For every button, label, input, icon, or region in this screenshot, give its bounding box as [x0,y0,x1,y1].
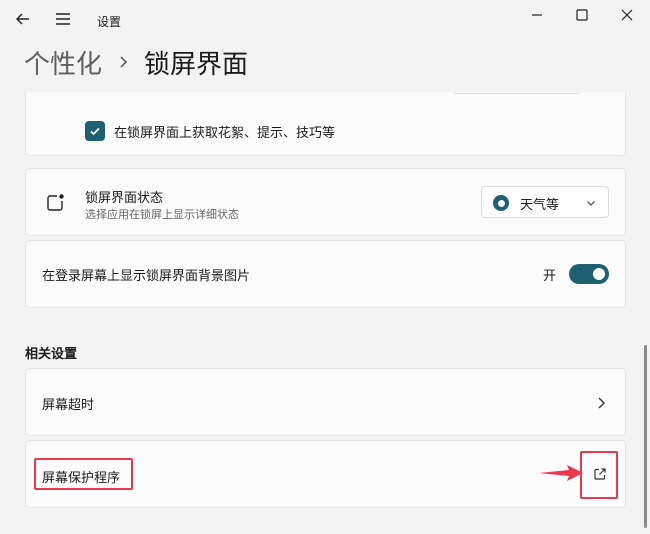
vertical-scrollbar[interactable] [644,345,647,528]
back-arrow-icon[interactable] [12,8,34,30]
close-icon[interactable] [616,4,638,26]
show-background-card: 在登录屏幕上显示锁屏界面背景图片 开 [25,240,626,308]
toggle-state-label: 开 [543,269,557,284]
screen-timeout-label: 屏幕超时 [42,398,95,413]
minimize-icon[interactable] [526,4,548,26]
title-bar: 设置 [0,0,650,36]
window-title: 设置 [97,15,122,29]
lock-status-card: 锁屏界面状态 选择应用在锁屏上显示详细状态 天气等 [25,168,626,236]
lock-status-subtitle: 选择应用在锁屏上显示详细状态 [85,208,239,221]
partial-setting-button[interactable] [453,92,581,94]
show-background-label: 在登录屏幕上显示锁屏界面背景图片 [42,269,251,284]
screen-saver-item[interactable]: 屏幕保护程序 [25,440,626,508]
tips-card: 在锁屏界面上获取花絮、提示、技巧等 [25,92,626,156]
maximize-icon[interactable] [571,4,593,26]
breadcrumb: 个性化 锁屏界面 [24,42,248,82]
hamburger-menu-icon[interactable] [52,8,74,30]
annotation-highlight-box [34,458,133,490]
weather-app-icon [493,195,509,211]
related-settings-heading: 相关设置 [25,347,78,362]
chevron-right-icon [598,397,605,409]
breadcrumb-parent[interactable]: 个性化 [24,44,102,81]
tips-checkbox-label: 在锁屏界面上获取花絮、提示、技巧等 [114,126,336,141]
tips-checkbox[interactable] [85,121,105,141]
show-background-toggle[interactable] [569,264,609,284]
settings-content: 在锁屏界面上获取花絮、提示、技巧等 锁屏界面状态 选择应用在锁屏上显示详细状态 … [0,92,650,534]
checkmark-icon [90,127,100,136]
dropdown-value: 天气等 [520,198,560,213]
toggle-knob [593,268,605,280]
chevron-down-icon [587,201,595,206]
page-title: 锁屏界面 [144,49,249,80]
lock-status-title: 锁屏界面状态 [85,191,164,206]
lock-screen-status-icon [47,194,64,211]
annotation-highlight-box [580,451,618,499]
lock-status-dropdown[interactable]: 天气等 [481,186,609,218]
chevron-right-icon [120,56,128,68]
screen-timeout-item[interactable]: 屏幕超时 [25,368,626,436]
annotation-arrow-icon [539,465,583,481]
